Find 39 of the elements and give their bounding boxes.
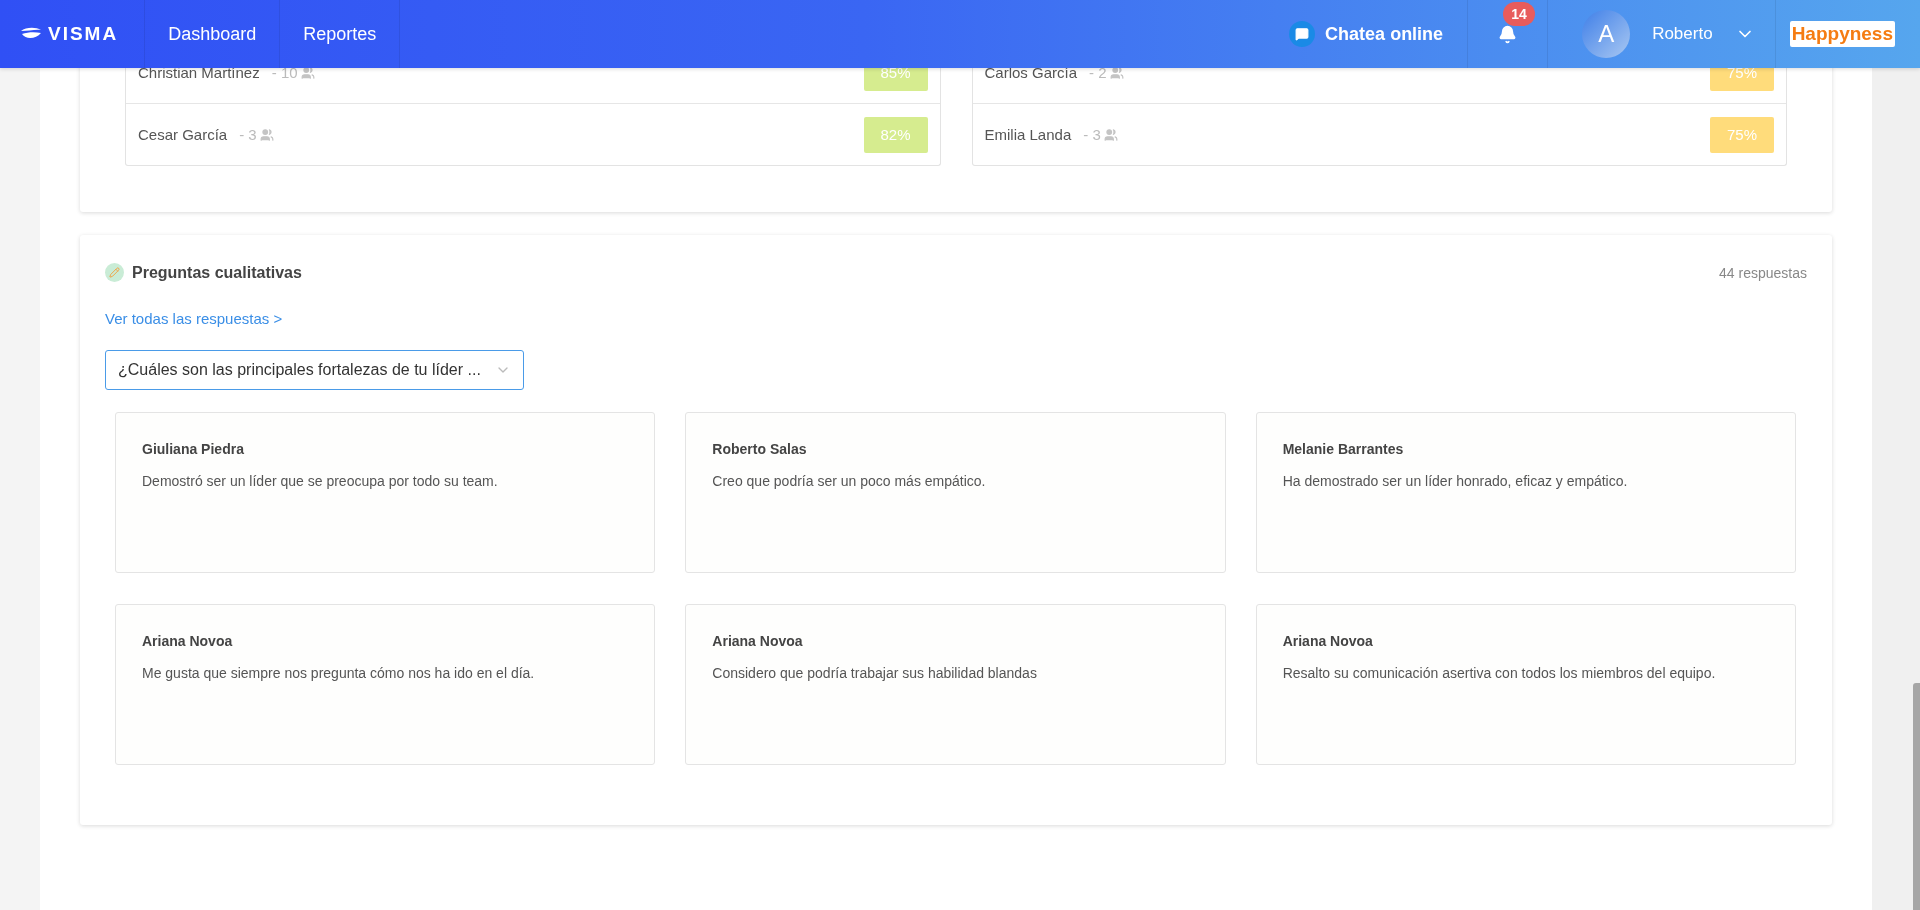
person-name: Cesar García — [138, 126, 228, 143]
avatar: A — [1582, 10, 1631, 58]
people-icon — [1103, 127, 1118, 142]
chat-icon — [1289, 21, 1316, 47]
answer-author: Roberto Salas — [712, 441, 808, 457]
answer-author: Melanie Barrantes — [1282, 441, 1405, 457]
answer-author: Ariana Novoa — [712, 633, 804, 649]
people-icon — [259, 127, 274, 142]
pencil-icon — [105, 263, 124, 282]
answer-text: Me gusta que siempre nos pregunta cómo nos ha ido en el día. — [142, 665, 536, 681]
logo-text: VISMA — [48, 23, 119, 45]
scrollbar-thumb[interactable] — [1913, 683, 1920, 910]
person-name: Carlos García — [984, 64, 1078, 81]
people-icon — [1109, 65, 1124, 80]
answer-author: Giuliana Piedra — [142, 441, 245, 457]
user-name: Roberto — [1652, 24, 1713, 44]
answer-text: Creo que podría ser un poco más empático. — [712, 473, 987, 489]
answer-author: Ariana Novoa — [1282, 633, 1374, 649]
team-count: - 3 — [239, 126, 257, 143]
brand-logo: Happyness — [1789, 21, 1895, 47]
score-badge: 75% — [1710, 116, 1774, 153]
bell-icon — [1498, 24, 1518, 44]
answer-text: Resalto su comunicación asertiva con todos los miembros del equipo. — [1282, 665, 1717, 681]
team-count: - 2 — [1089, 64, 1107, 81]
team-count: - 3 — [1083, 126, 1101, 143]
people-icon — [300, 65, 315, 80]
answer-author: Ariana Novoa — [142, 633, 234, 649]
answer-text: Demostró ser un líder que se preocupa por todo su team. — [142, 473, 499, 489]
notifications-button[interactable]: 14 — [1468, 0, 1549, 68]
response-count: 44 respuestas — [1719, 264, 1807, 281]
section-title: Preguntas cualitativas — [132, 263, 302, 282]
notification-count: 14 — [1503, 2, 1535, 26]
score-badge: 82% — [863, 116, 928, 153]
view-all-link[interactable]: Ver todas las respuestas > — [105, 310, 283, 327]
answer-text: Considero que podría trabajar sus habilidad blandas — [712, 665, 1038, 681]
question-select[interactable]: ¿Cuáles son las principales fortalezas de tu líder ... — [105, 350, 524, 390]
logo-swoosh-icon — [20, 27, 42, 41]
answer-text: Ha demostrado ser un líder honrado, eficaz y empático. — [1282, 473, 1629, 489]
person-name: Emilia Landa — [984, 126, 1072, 143]
